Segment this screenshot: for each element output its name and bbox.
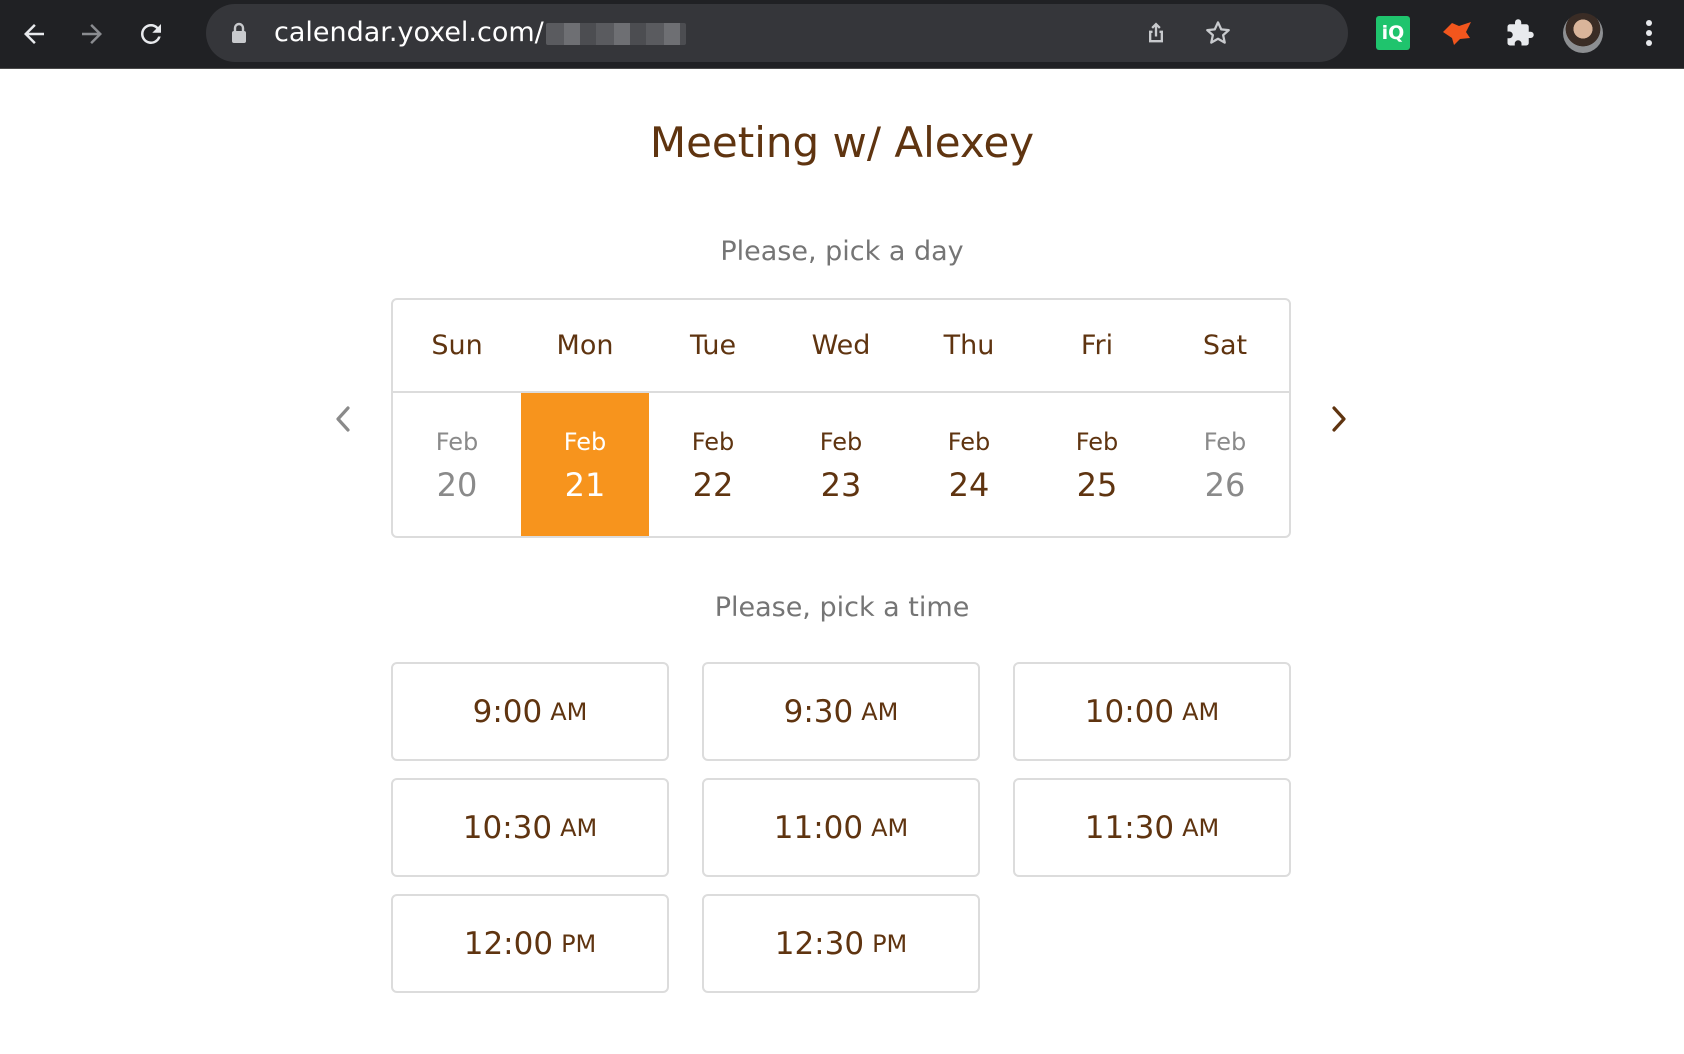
address-bar[interactable]: calendar.yoxel.com/ (206, 4, 1348, 62)
slot-time: 9:00 (472, 693, 543, 730)
prev-week-button[interactable] (325, 399, 361, 439)
time-slot-button[interactable]: 10:30 AM (391, 778, 669, 877)
day-cell-feb-21[interactable]: Feb 21 (521, 393, 649, 536)
slot-time: 11:30 (1084, 809, 1175, 846)
weekday-tue: Tue (689, 330, 737, 361)
time-slot-button[interactable]: 12:30 PM (702, 894, 980, 993)
weekday-sat: Sat (1202, 330, 1248, 361)
kebab-menu-icon[interactable] (1637, 16, 1661, 50)
chevron-left-icon (336, 406, 350, 432)
day-number: 24 (948, 465, 990, 504)
browser-toolbar: calendar.yoxel.com/ iQ (0, 0, 1684, 69)
slot-time: 11:00 (773, 809, 864, 846)
day-cell-feb-20: Feb 20 (393, 393, 521, 536)
day-number: 22 (692, 465, 734, 504)
weekday-fri: Fri (1080, 330, 1114, 361)
pick-time-label: Please, pick a time (714, 592, 970, 623)
day-number: 20 (436, 465, 478, 504)
slot-time: 12:30 (774, 925, 865, 962)
time-slot-button[interactable]: 11:00 AM (702, 778, 980, 877)
day-cell-feb-25[interactable]: Feb 25 (1033, 393, 1161, 536)
day-month: Feb (691, 427, 735, 456)
slot-time: 12:00 (463, 925, 554, 962)
weekday-wed: Wed (811, 330, 871, 361)
slot-period: AM (1182, 697, 1220, 726)
time-slot-button[interactable]: 10:00 AM (1013, 662, 1291, 761)
page-title: Meeting w/ Alexey (649, 118, 1035, 167)
slot-period: AM (1182, 813, 1220, 842)
iq-extension-label: iQ (1381, 22, 1405, 44)
day-cell-feb-22[interactable]: Feb 22 (649, 393, 777, 536)
avatar[interactable] (1563, 13, 1603, 53)
weekday-thu: Thu (943, 330, 995, 361)
day-month: Feb (563, 427, 607, 456)
next-week-button[interactable] (1321, 399, 1357, 439)
url-text[interactable]: calendar.yoxel.com/ (274, 4, 686, 62)
forward-button[interactable] (72, 14, 112, 54)
day-cell-feb-24[interactable]: Feb 24 (905, 393, 1033, 536)
day-number: 26 (1204, 465, 1246, 504)
bookmark-button[interactable] (1202, 17, 1234, 49)
slot-period: PM (872, 929, 908, 958)
slot-period: AM (560, 813, 598, 842)
weekday-sun: Sun (431, 330, 483, 361)
slot-period: AM (871, 813, 909, 842)
day-month: Feb (819, 427, 863, 456)
url-value: calendar.yoxel.com/ (274, 17, 544, 48)
weekday-mon: Mon (556, 330, 614, 361)
day-month: Feb (435, 427, 479, 456)
reload-icon (141, 24, 161, 44)
time-slot-button[interactable]: 9:30 AM (702, 662, 980, 761)
lock-icon[interactable] (230, 22, 248, 44)
share-icon (1149, 22, 1163, 43)
day-month: Feb (1203, 427, 1247, 456)
extensions-button[interactable] (1503, 16, 1537, 50)
day-row: Feb 20 Feb 21 Feb 22 Feb 23 Feb 24 Feb 2… (393, 393, 1289, 536)
day-number: 23 (820, 465, 862, 504)
day-cell-feb-26: Feb 26 (1161, 393, 1289, 536)
chevron-right-icon (1332, 406, 1346, 432)
fox-extension-icon[interactable] (1440, 16, 1474, 50)
day-number: 25 (1076, 465, 1118, 504)
share-button[interactable] (1140, 17, 1172, 49)
day-picker: Sun Mon Tue Wed Thu Fri Sat Feb 20 Feb 2… (391, 298, 1291, 538)
time-slot-grid: 9:00 AM 9:30 AM 10:00 AM 10:30 AM 11:00 AM 11… (391, 662, 1291, 993)
redacted-url-path (545, 22, 686, 45)
slot-time: 10:00 (1084, 693, 1175, 730)
pick-day-label: Please, pick a day (720, 236, 964, 267)
slot-time: 9:30 (783, 693, 854, 730)
day-cell-feb-23[interactable]: Feb 23 (777, 393, 905, 536)
puzzle-icon (1507, 19, 1534, 46)
day-month: Feb (947, 427, 991, 456)
slot-time: 10:30 (462, 809, 553, 846)
back-arrow-icon (24, 24, 44, 44)
reload-button[interactable] (131, 14, 171, 54)
time-slot-button[interactable]: 12:00 PM (391, 894, 669, 993)
iq-extension-icon[interactable]: iQ (1376, 16, 1410, 50)
forward-arrow-icon (82, 24, 102, 44)
slot-period: AM (861, 697, 899, 726)
time-slot-button[interactable]: 9:00 AM (391, 662, 669, 761)
day-month: Feb (1075, 427, 1119, 456)
slot-period: PM (561, 929, 597, 958)
time-slot-button[interactable]: 11:30 AM (1013, 778, 1291, 877)
weekday-header: Sun Mon Tue Wed Thu Fri Sat (393, 300, 1289, 393)
back-button[interactable] (14, 14, 54, 54)
day-number: 21 (564, 465, 606, 504)
star-icon (1206, 21, 1230, 44)
slot-period: AM (550, 697, 588, 726)
